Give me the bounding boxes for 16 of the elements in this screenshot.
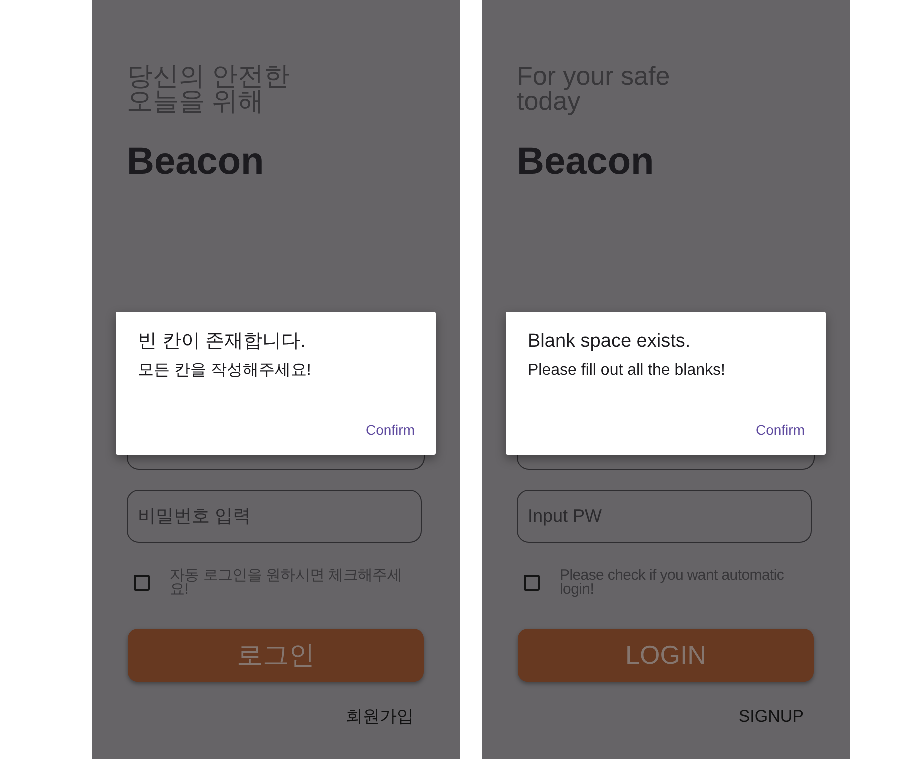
login-button[interactable]: LOGIN (518, 629, 814, 682)
auto-login-checkbox[interactable] (524, 575, 540, 591)
app-name: Beacon (517, 140, 656, 184)
dialog-title: Blank space exists. (528, 330, 692, 354)
app-name: Beacon (127, 140, 266, 184)
dialog-message: 모든 칸을 작성해주세요! (138, 361, 312, 381)
confirm-button[interactable]: Confirm (366, 420, 415, 441)
confirm-button[interactable]: Confirm (756, 420, 805, 441)
password-input-field[interactable]: Input PW (517, 490, 812, 543)
signup-link[interactable]: 회원가입 (346, 706, 414, 728)
login-button[interactable]: 로그인 (128, 629, 424, 682)
auto-login-checkbox[interactable] (134, 575, 150, 591)
signup-link[interactable]: SIGNUP (738, 706, 804, 728)
dialog-title: 빈 칸이 존재합니다. (138, 330, 307, 354)
dialog-message: Please fill out all the blanks! (528, 361, 726, 381)
password-input-field[interactable]: 비밀번호 입력 (127, 490, 422, 543)
